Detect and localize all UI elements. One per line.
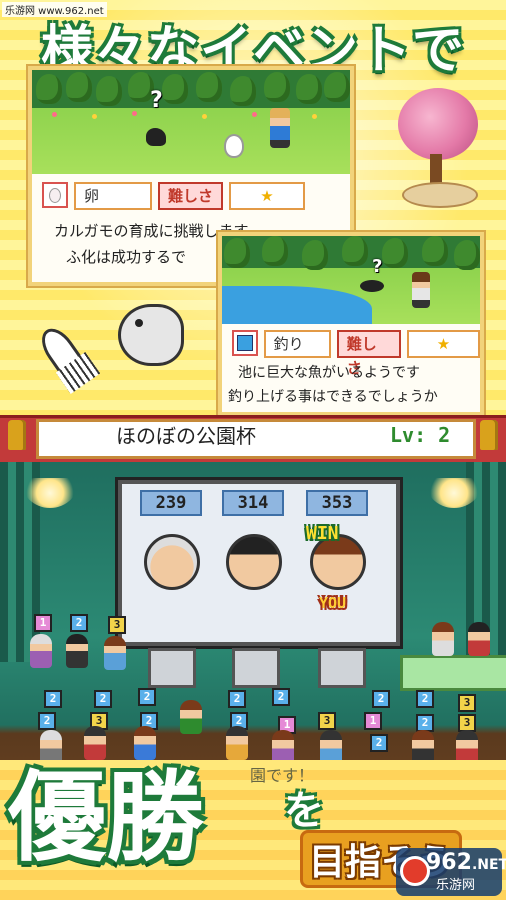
cherry-tree-sprite: [392, 88, 484, 208]
crowd-member: [84, 726, 106, 760]
site-logo: 962.NET 乐游网: [396, 848, 506, 896]
crowd-badge: 2: [38, 712, 56, 730]
victory-text: 優勝: [8, 761, 205, 875]
event-scene-park: ?: [32, 70, 350, 174]
score-2: 314: [222, 490, 284, 516]
question-mark-icon: ?: [150, 88, 163, 113]
crowd-member: [226, 726, 248, 760]
trophy-icon: [8, 420, 26, 450]
event-message-line2: ふ化は成功するで: [66, 248, 187, 266]
contestant-face-boy: [226, 534, 282, 590]
score-3: 353: [306, 490, 368, 516]
crowd-badge: 2: [416, 690, 434, 708]
crowd-member: [134, 726, 156, 760]
egg-icon: [42, 182, 68, 208]
win-label: WIN: [306, 523, 339, 544]
crowd-badge: 2: [94, 690, 112, 708]
difficulty-label: 難しさ: [336, 330, 401, 377]
prize-box: [318, 648, 366, 688]
trophy-icon: [480, 420, 498, 450]
crowd-member: [456, 730, 478, 764]
crowd-member: [272, 730, 294, 764]
event-message-line2: 釣り上げる事はできるでしょうか: [228, 389, 438, 405]
crowd-badge: 1: [364, 712, 382, 730]
event-panel-fishing: ? 釣り 難しさ ★ 池に巨大な魚がいるようです 釣り上げる事はできるでしょうか: [218, 232, 484, 416]
judge-sprite: [432, 622, 454, 656]
rank-badge: 1: [34, 614, 52, 632]
angler-sprite: [412, 272, 430, 308]
crowd-member: [180, 700, 202, 734]
sunfish-sprite: [118, 304, 184, 366]
item-name: 釣り: [263, 330, 331, 358]
item-name: 卵: [74, 182, 152, 210]
squid-sprite: [30, 322, 101, 396]
rank-badge: 3: [108, 616, 126, 634]
pond: [222, 286, 372, 324]
difficulty-stars: ★: [406, 330, 480, 358]
logo-caption: 乐游网: [436, 878, 476, 893]
question-mark-icon: ?: [372, 256, 383, 277]
crowd-member: [320, 730, 342, 764]
score-1: 239: [140, 490, 202, 516]
you-label: YOU: [319, 594, 347, 612]
judge-sprite: [468, 622, 490, 656]
crowd-badge: 2: [372, 690, 390, 708]
farmer-sprite: [270, 108, 290, 148]
contestant-face-elder: [144, 534, 200, 590]
prize-box: [148, 648, 196, 688]
tournament-title: ほのぼの公園杯: [116, 424, 256, 448]
difficulty-stars: ★: [229, 182, 306, 210]
crowd-badge: 2: [228, 690, 246, 708]
fishing-icon: [232, 330, 258, 356]
event-scene-pond: ?: [222, 236, 480, 324]
event-message-line1: 池に巨大な魚がいるようです: [238, 365, 420, 381]
difficulty-label: 難しさ: [158, 182, 224, 210]
judges-table: [400, 655, 506, 691]
egg-sprite: [224, 134, 244, 158]
prize-box: [232, 648, 280, 688]
crowd-badge: 2: [272, 688, 290, 706]
tournament-level: Lv: 2: [390, 423, 451, 447]
crowd-badge: 3: [458, 694, 476, 712]
contestant-sprite: [30, 634, 52, 668]
crowd-badge: 2: [44, 690, 62, 708]
duck-sprite: [146, 128, 166, 146]
crowd-badge: 2: [370, 734, 388, 752]
particle-text: を: [284, 788, 324, 834]
crowd-badge: 2: [138, 688, 156, 706]
rank-badge: 2: [70, 614, 88, 632]
player-sprite: [104, 636, 126, 670]
logo-number: 962.NET: [426, 850, 506, 875]
crowd-member: [412, 730, 434, 764]
contestant-sprite: [66, 634, 88, 668]
crowd-badge: 3: [318, 712, 336, 730]
fish-silhouette-sprite: [360, 280, 384, 292]
